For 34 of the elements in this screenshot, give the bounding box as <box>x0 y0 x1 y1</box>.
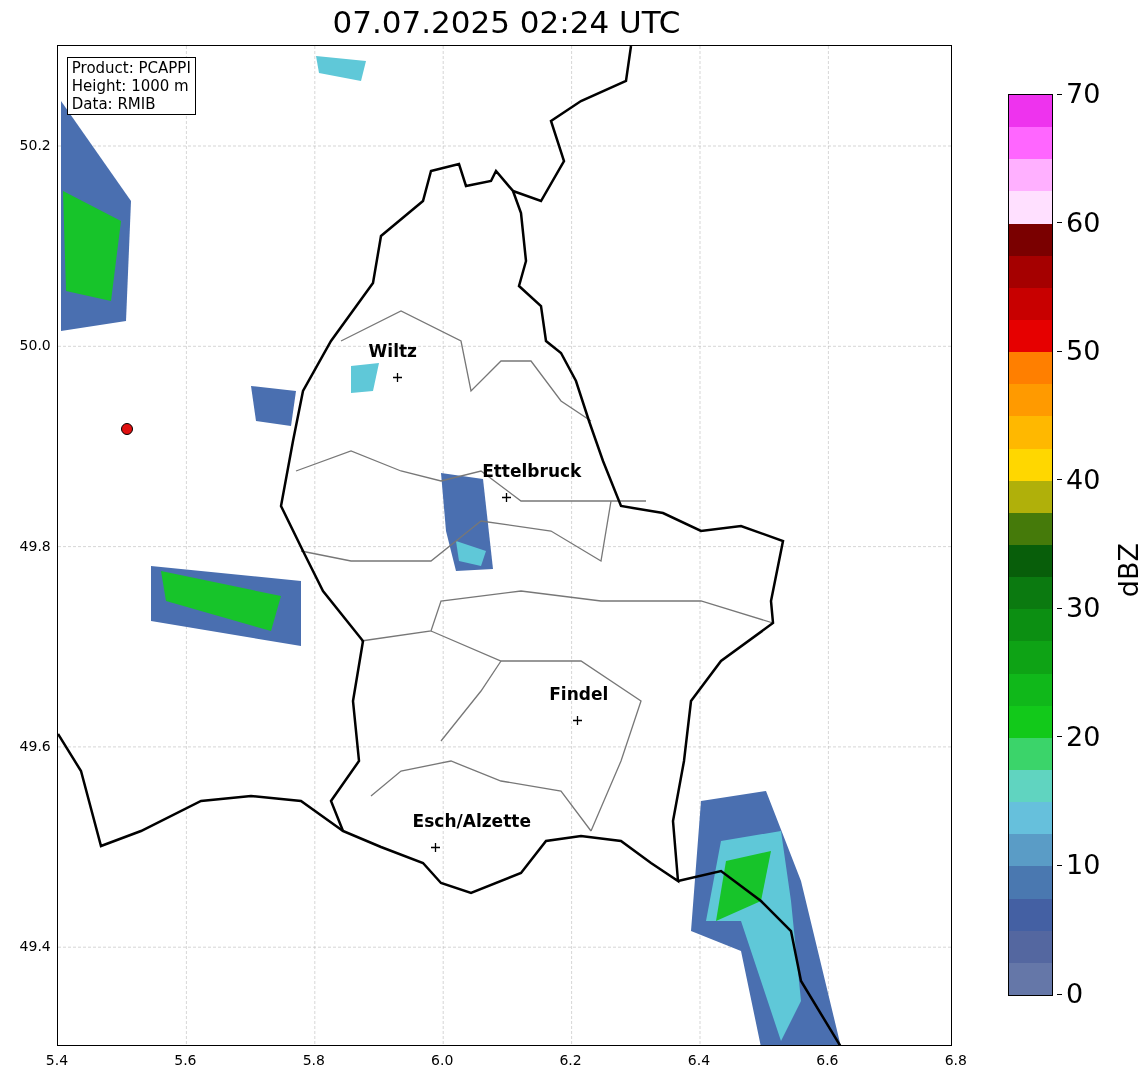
city-label: Esch/Alzette <box>412 811 531 831</box>
axis-tick-label: 49.4 <box>19 938 51 955</box>
chart-title: 07.07.2025 02:24 UTC <box>331 3 682 42</box>
axis-tick-label: 5.8 <box>302 1051 325 1070</box>
legend-text: Data: RMIB <box>71 95 157 113</box>
colorbar-tick-label: 60 <box>1066 207 1101 238</box>
axis-tick-label: 6.4 <box>687 1051 711 1070</box>
legend-text: Height: 1000 m <box>71 77 190 95</box>
axis-tick-label: 6.0 <box>431 1051 454 1070</box>
axis-tick-label: 50.0 <box>19 337 51 354</box>
axis-tick-label: 50.2 <box>19 137 51 153</box>
axis-tick-label: 6.2 <box>559 1051 582 1070</box>
plus-marker-icon <box>393 372 403 382</box>
plus-marker-icon <box>431 842 441 852</box>
axis-tick-label: 5.6 <box>174 1051 197 1070</box>
plus-marker-icon <box>502 492 512 502</box>
colorbar-label: dBZ <box>1113 542 1145 598</box>
colorbar-tick-label: 30 <box>1066 593 1101 624</box>
colorbar-tick-label: 10 <box>1066 850 1101 881</box>
colorbar-tick-label: 50 <box>1066 336 1101 367</box>
axis-tick-label: 6.6 <box>816 1051 839 1070</box>
axis-tick-label: 5.4 <box>45 1051 69 1070</box>
colorbar-tick-label: 20 <box>1066 721 1101 752</box>
axis-tick-label: 49.8 <box>19 537 51 554</box>
colorbar-tick-label: 70 <box>1066 79 1101 109</box>
colorbar-tick-label: 0 <box>1066 979 1084 1009</box>
city-label: Wiltz <box>368 341 417 361</box>
city-label: Findel <box>549 684 609 704</box>
axis-tick-label: 6.8 <box>944 1051 967 1070</box>
legend-text: Product: PCAPPI <box>71 59 191 77</box>
axis-tick-label: 49.6 <box>19 737 51 754</box>
plus-marker-icon <box>573 715 583 725</box>
city-label: Ettelbruck <box>482 461 582 481</box>
colorbar-tick-label: 40 <box>1066 464 1101 495</box>
